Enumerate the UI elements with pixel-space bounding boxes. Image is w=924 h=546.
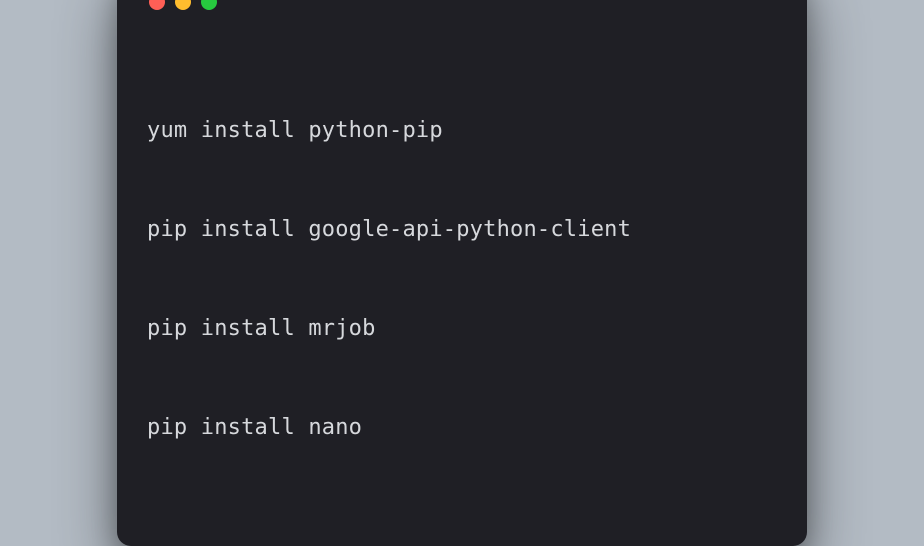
code-line: yum install python-pip	[147, 114, 777, 147]
terminal-content[interactable]: yum install python-pip pip install googl…	[147, 48, 777, 510]
code-line: pip install nano	[147, 411, 777, 444]
maximize-icon[interactable]	[201, 0, 217, 10]
code-line: pip install mrjob	[147, 312, 777, 345]
code-line: pip install google-api-python-client	[147, 213, 777, 246]
window-controls	[147, 0, 777, 10]
minimize-icon[interactable]	[175, 0, 191, 10]
close-icon[interactable]	[149, 0, 165, 10]
terminal-window: yum install python-pip pip install googl…	[117, 0, 807, 546]
